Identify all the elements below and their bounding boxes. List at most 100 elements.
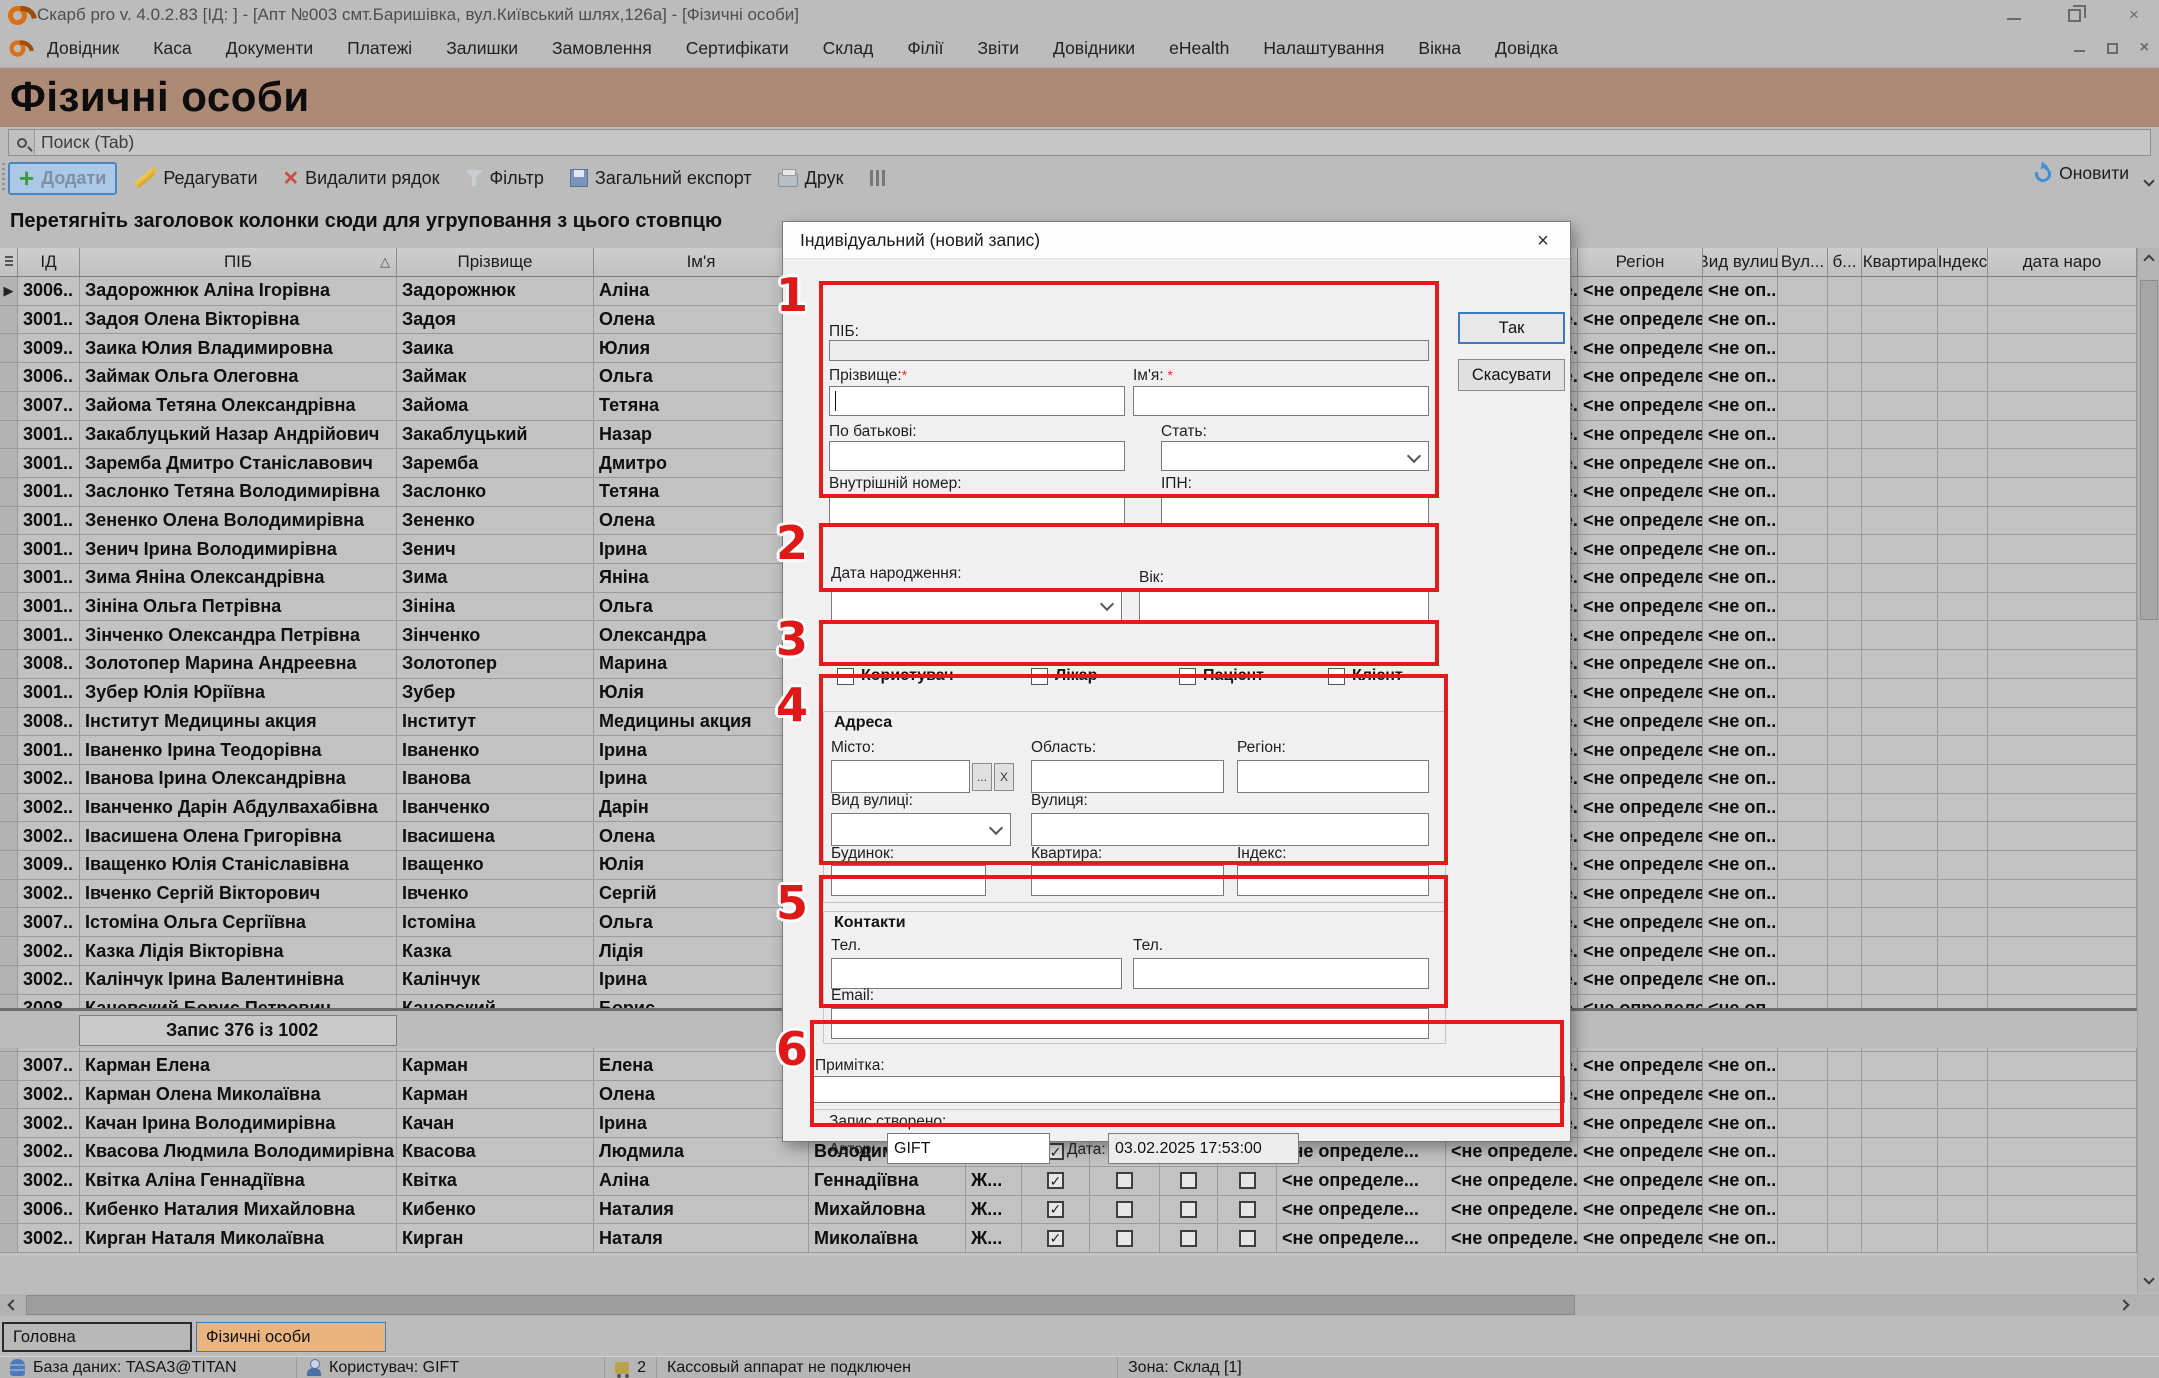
table-row[interactable]: 3002..Квітка Аліна ГеннадіївнаКвіткаАлін…: [0, 1167, 2137, 1196]
unchecked-checkbox-icon: [1180, 1172, 1197, 1189]
horizontal-scrollbar[interactable]: [0, 1294, 2137, 1316]
tab-persons[interactable]: Фізичні особи: [196, 1322, 386, 1352]
cell: [1862, 277, 1938, 305]
column-header-Вул...[interactable]: Вул...: [1778, 248, 1828, 276]
cell-checkbox[interactable]: [1160, 1224, 1218, 1252]
dialog-title: Індивідуальний (новий запис): [800, 230, 1040, 251]
cell: [1938, 937, 1988, 965]
menu-item-Склад[interactable]: Склад: [811, 32, 886, 65]
cell: [1938, 1081, 1988, 1109]
cell: Дмитро: [594, 449, 809, 477]
menu-item-Залишки[interactable]: Залишки: [434, 32, 530, 65]
cell: [1862, 765, 1938, 793]
cell: <не оп...: [1703, 1109, 1778, 1137]
database-label: База даних: TASA3@TITAN: [33, 1359, 237, 1377]
cell-checkbox[interactable]: ✓: [1022, 1224, 1090, 1252]
cell-checkbox[interactable]: ✓: [1022, 1196, 1090, 1224]
ipn-field[interactable]: [1161, 494, 1429, 524]
cell: [1778, 1167, 1828, 1195]
scroll-left-icon[interactable]: [0, 1294, 26, 1316]
print-button[interactable]: Друк: [769, 164, 853, 193]
cell: [1778, 1196, 1828, 1224]
search-icon[interactable]: [9, 130, 35, 155]
menu-item-Філії[interactable]: Філії: [895, 32, 955, 65]
column-header-Квартира[interactable]: Квартира: [1862, 248, 1938, 276]
page-title: Фізичні особи: [10, 73, 310, 121]
mdi-minimize-icon[interactable]: [2074, 44, 2085, 52]
filter-button[interactable]: Фільтр: [457, 164, 553, 193]
menu-item-Платежі[interactable]: Платежі: [335, 32, 424, 65]
menu-item-Замовлення[interactable]: Замовлення: [540, 32, 664, 65]
vertical-scrollbar[interactable]: [2137, 248, 2159, 1293]
toolbar-grip-icon[interactable]: [2, 163, 5, 193]
export-button[interactable]: Загальний експорт: [561, 164, 761, 193]
mdi-restore-icon[interactable]: [2107, 43, 2118, 54]
cell: [1828, 851, 1862, 879]
mdi-close-icon[interactable]: ×: [2140, 40, 2149, 56]
cell: 3002..: [18, 966, 80, 994]
cell-checkbox[interactable]: ✓: [1022, 1167, 1090, 1195]
toolbar-overflow-button[interactable]: [2145, 172, 2153, 190]
delete-row-button[interactable]: × Видалити рядок: [275, 164, 449, 193]
vertical-scrollbar-thumb[interactable]: [2140, 280, 2158, 620]
cell: [1828, 1109, 1862, 1137]
cell: [1778, 507, 1828, 535]
scroll-up-icon[interactable]: [2138, 248, 2159, 272]
birthdate-select[interactable]: [831, 589, 1122, 622]
edit-button[interactable]: Редагувати: [125, 164, 266, 193]
search-input[interactable]: Поиск (Tab): [8, 129, 2151, 156]
scroll-down-icon[interactable]: [2138, 1267, 2159, 1291]
column-header-Прізвище[interactable]: Прізвище: [397, 248, 594, 276]
menu-item-eHealth[interactable]: eHealth: [1157, 32, 1241, 65]
column-header-ПІБ[interactable]: ПІБ△: [80, 248, 397, 276]
menu-item-Каса[interactable]: Каса: [141, 32, 203, 65]
minimize-icon[interactable]: [2003, 4, 2025, 26]
annotation-box-1: [819, 281, 1439, 498]
menu-item-Вікна[interactable]: Вікна: [1406, 32, 1473, 65]
cell-checkbox[interactable]: [1218, 1167, 1277, 1195]
row-marker: [0, 822, 18, 850]
dialog-close-icon[interactable]: ×: [1530, 228, 1556, 254]
ok-button[interactable]: Так: [1458, 312, 1565, 344]
menu-item-Документи[interactable]: Документи: [214, 32, 325, 65]
age-field[interactable]: [1139, 589, 1429, 622]
column-header-Вид вулиці[interactable]: Вид вулиці: [1703, 248, 1778, 276]
grid-options-icon[interactable]: [0, 248, 18, 276]
cell-checkbox[interactable]: [1218, 1224, 1277, 1252]
refresh-button[interactable]: Оновити: [2035, 163, 2129, 184]
column-header-Індекс[interactable]: Індекс: [1938, 248, 1988, 276]
column-header-ІД[interactable]: ІД: [18, 248, 80, 276]
menu-item-Налаштування[interactable]: Налаштування: [1251, 32, 1396, 65]
cell: <не оп...: [1703, 650, 1778, 678]
menu-item-Довідник[interactable]: Довідник: [35, 32, 131, 65]
funnel-icon: [466, 170, 483, 186]
cell-checkbox[interactable]: [1218, 1196, 1277, 1224]
scroll-right-icon[interactable]: [2111, 1294, 2137, 1316]
add-button[interactable]: + Додати: [8, 162, 117, 195]
cell-checkbox[interactable]: [1090, 1196, 1160, 1224]
menu-item-Сертифікати[interactable]: Сертифікати: [674, 32, 801, 65]
column-header-б...[interactable]: б...: [1828, 248, 1862, 276]
menu-item-Довідка[interactable]: Довідка: [1483, 32, 1570, 65]
tab-home[interactable]: Головна: [2, 1322, 192, 1352]
close-icon[interactable]: ×: [2123, 4, 2145, 26]
table-row[interactable]: 3006..Кибенко Наталия МихайловнаКибенкоН…: [0, 1196, 2137, 1225]
cell-checkbox[interactable]: [1090, 1167, 1160, 1195]
cell-checkbox[interactable]: [1090, 1224, 1160, 1252]
cell: Займак: [397, 363, 594, 391]
menu-item-Довідники[interactable]: Довідники: [1041, 32, 1147, 65]
internal-field[interactable]: [829, 494, 1125, 524]
table-row[interactable]: 3002..Кирган Наталя МиколаївнаКирганНата…: [0, 1224, 2137, 1253]
restore-icon[interactable]: [2063, 4, 2085, 26]
cell: 3002..: [18, 794, 80, 822]
cancel-button[interactable]: Скасувати: [1458, 359, 1565, 391]
columns-button[interactable]: [861, 166, 895, 190]
horizontal-scrollbar-thumb[interactable]: [26, 1295, 1575, 1315]
cell-checkbox[interactable]: [1160, 1196, 1218, 1224]
author-field[interactable]: GIFT: [887, 1133, 1050, 1164]
date-field[interactable]: 03.02.2025 17:53:00: [1108, 1133, 1299, 1164]
column-header-Регіон[interactable]: Регіон: [1578, 248, 1703, 276]
menu-item-Звіти[interactable]: Звіти: [965, 32, 1031, 65]
column-header-дата наро[interactable]: дата наро: [1988, 248, 2137, 276]
cell-checkbox[interactable]: [1160, 1167, 1218, 1195]
